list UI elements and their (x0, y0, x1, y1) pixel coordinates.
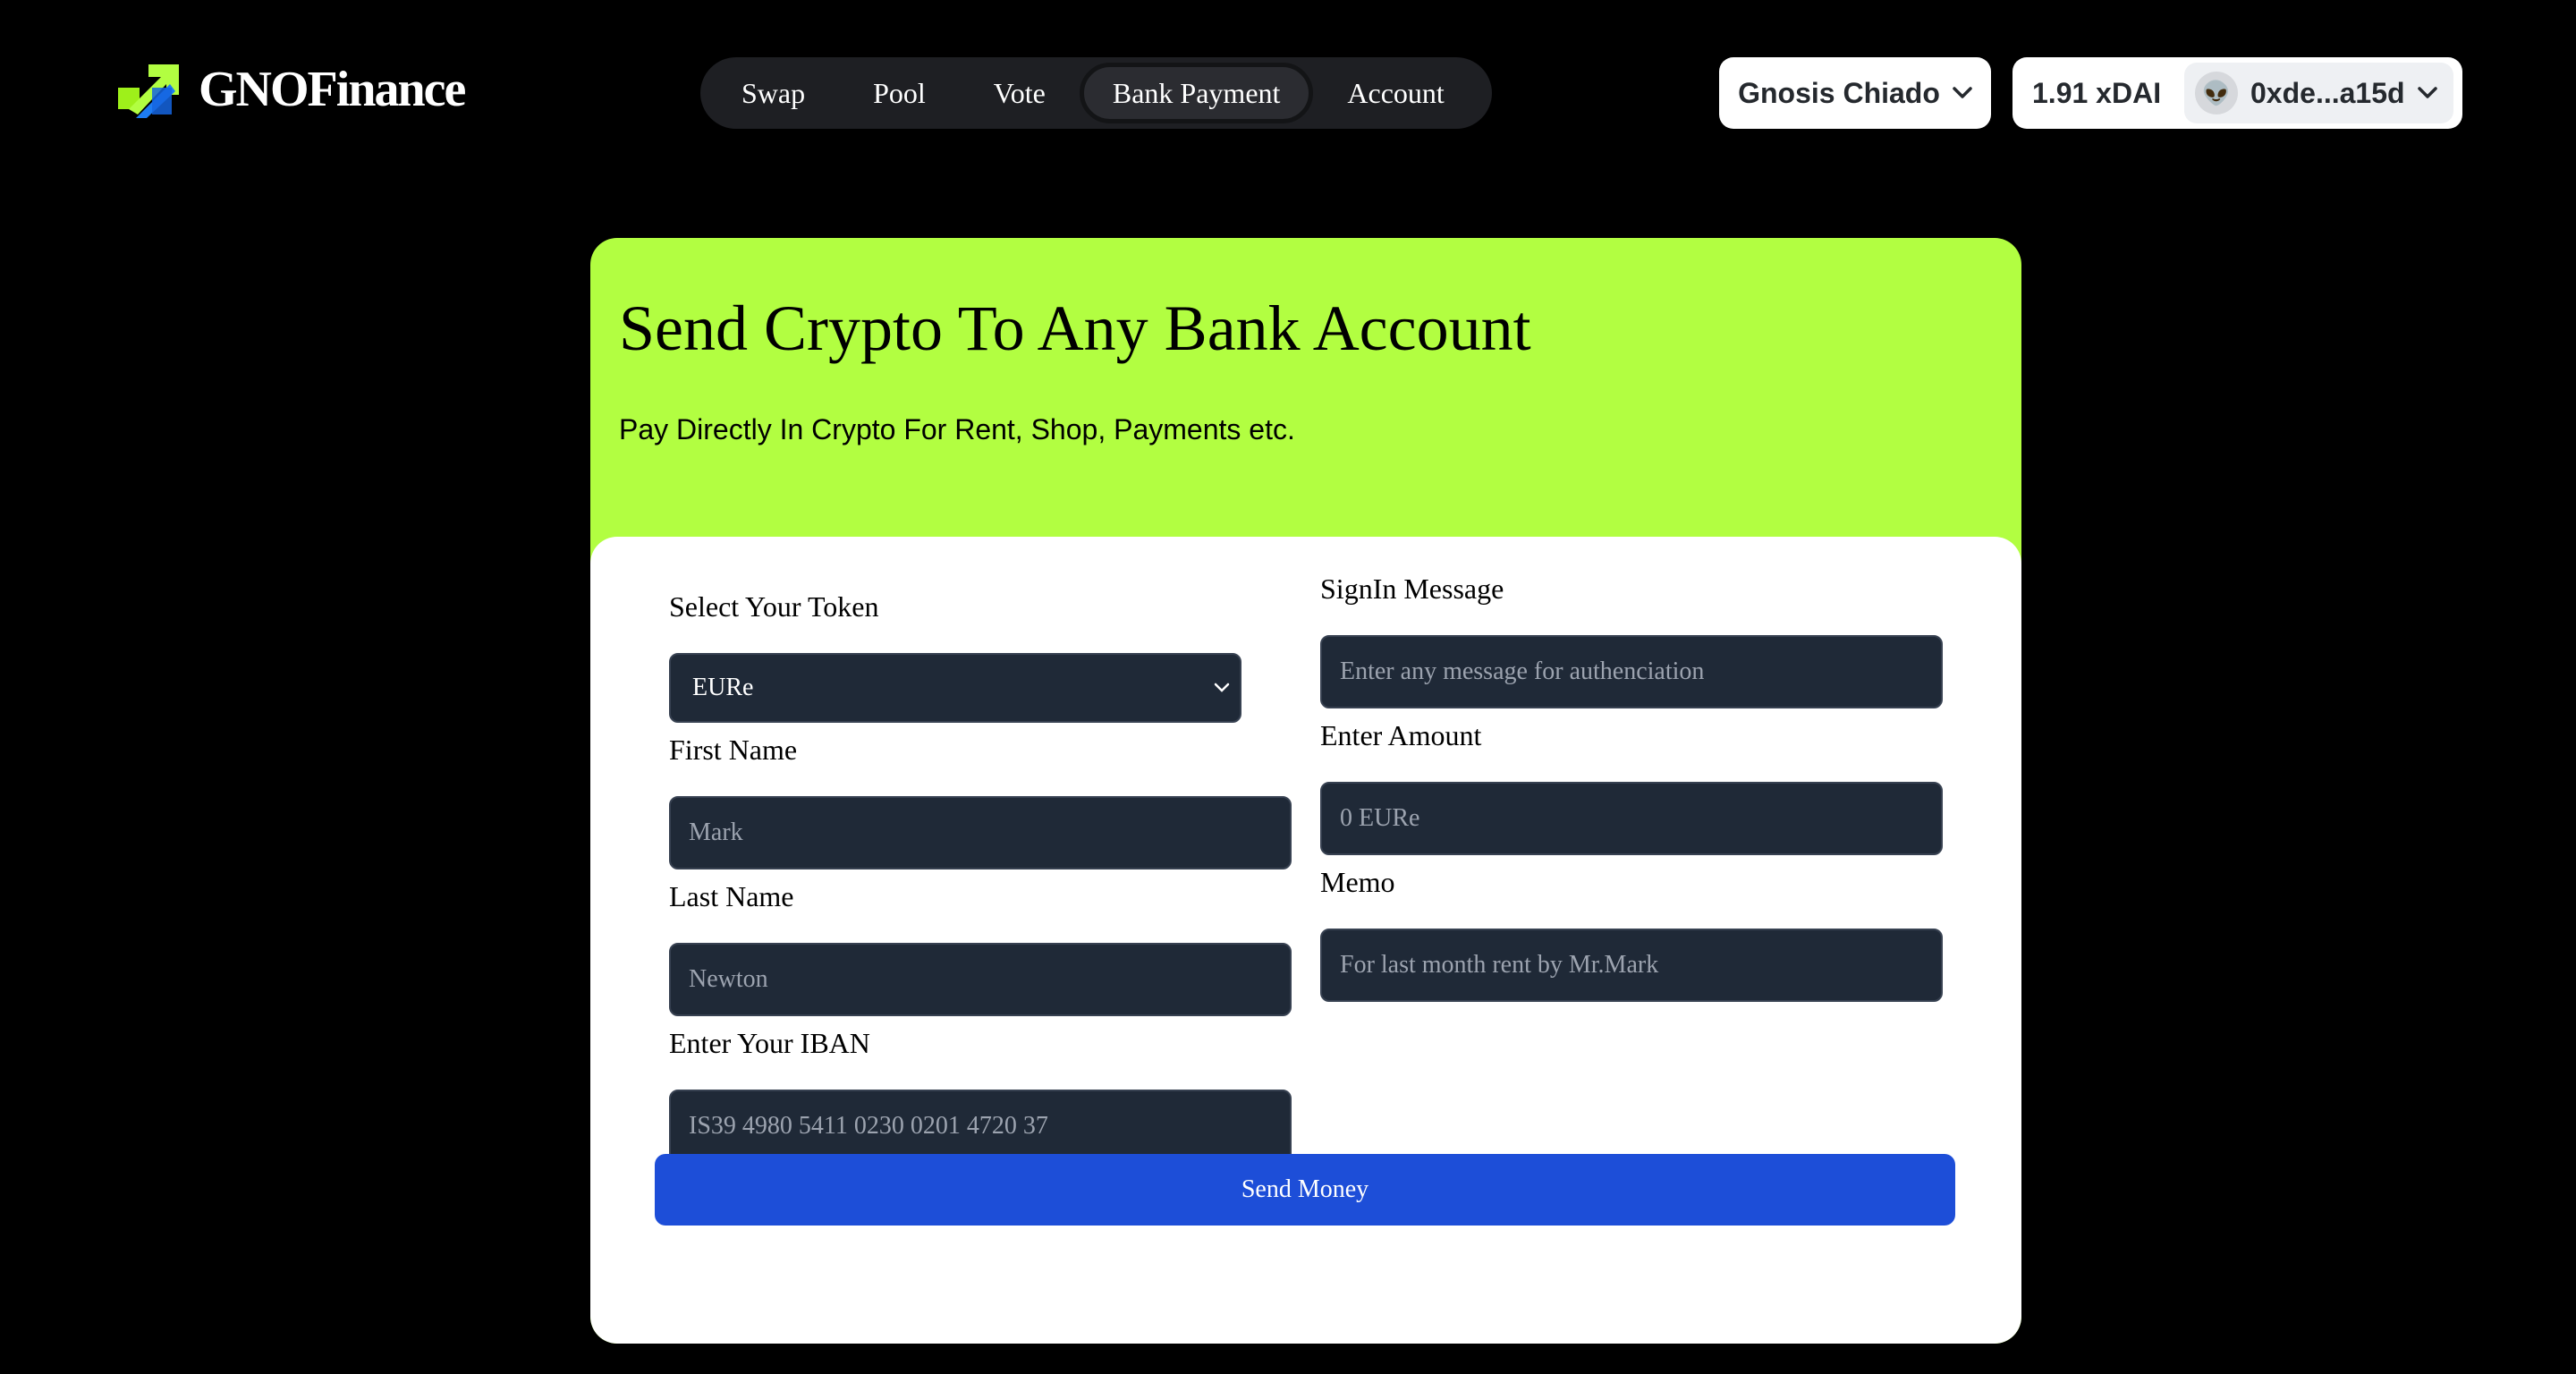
brand-name: GNOFinance (199, 62, 466, 117)
send-money-button[interactable]: Send Money (655, 1154, 1955, 1226)
payment-form: Select Your Token EURe First Name Last N… (590, 537, 2021, 1344)
address-pill[interactable]: 👽 0xde...a15d (2184, 63, 2453, 123)
top-header: GNOFinance Swap Pool Vote Bank Payment A… (0, 0, 2576, 188)
main-nav: Swap Pool Vote Bank Payment Account (700, 57, 1492, 129)
amount-field[interactable] (1320, 782, 1943, 855)
chain-name: Gnosis Chiado (1738, 76, 1940, 109)
memo-label: Memo (1320, 866, 1395, 898)
iban-field[interactable] (669, 1090, 1292, 1163)
amount-label: Enter Amount (1320, 719, 1482, 751)
wallet-balance: 1.91 xDAI (2032, 76, 2162, 109)
iban-label: Enter Your IBAN (669, 1027, 870, 1059)
nav-item-account[interactable]: Account (1313, 63, 1478, 123)
signin-message-field[interactable] (1320, 635, 1943, 708)
account-button[interactable]: 1.91 xDAI 👽 0xde...a15d (2012, 57, 2462, 129)
nav-item-bank-payment[interactable]: Bank Payment (1079, 63, 1314, 123)
page-title: Send Crypto To Any Bank Account (619, 293, 1531, 364)
memo-field[interactable] (1320, 929, 1943, 1002)
payment-card: Send Crypto To Any Bank Account Pay Dire… (590, 238, 2021, 1344)
nav-item-swap[interactable]: Swap (708, 63, 839, 123)
arrow-logo-icon (118, 64, 179, 118)
chevron-down-icon (2417, 87, 2437, 98)
wallet-address: 0xde...a15d (2250, 76, 2405, 109)
last-name-label: Last Name (669, 880, 794, 912)
first-name-field[interactable] (669, 796, 1292, 869)
chain-selector-button[interactable]: Gnosis Chiado (1719, 57, 1991, 129)
avatar: 👽 (2195, 72, 2238, 114)
last-name-field[interactable] (669, 943, 1292, 1016)
token-select[interactable]: EURe (669, 653, 1241, 723)
page-subtitle: Pay Directly In Crypto For Rent, Shop, P… (619, 413, 1295, 445)
first-name-label: First Name (669, 734, 798, 766)
nav-item-vote[interactable]: Vote (960, 63, 1080, 123)
nav-item-pool[interactable]: Pool (839, 63, 960, 123)
chevron-down-icon (1214, 683, 1230, 692)
brand-logo[interactable]: GNOFinance (116, 61, 466, 118)
token-label: Select Your Token (669, 590, 879, 623)
signin-message-label: SignIn Message (1320, 572, 1504, 605)
chevron-down-icon (1953, 87, 1972, 98)
token-select-value: EURe (692, 674, 754, 701)
